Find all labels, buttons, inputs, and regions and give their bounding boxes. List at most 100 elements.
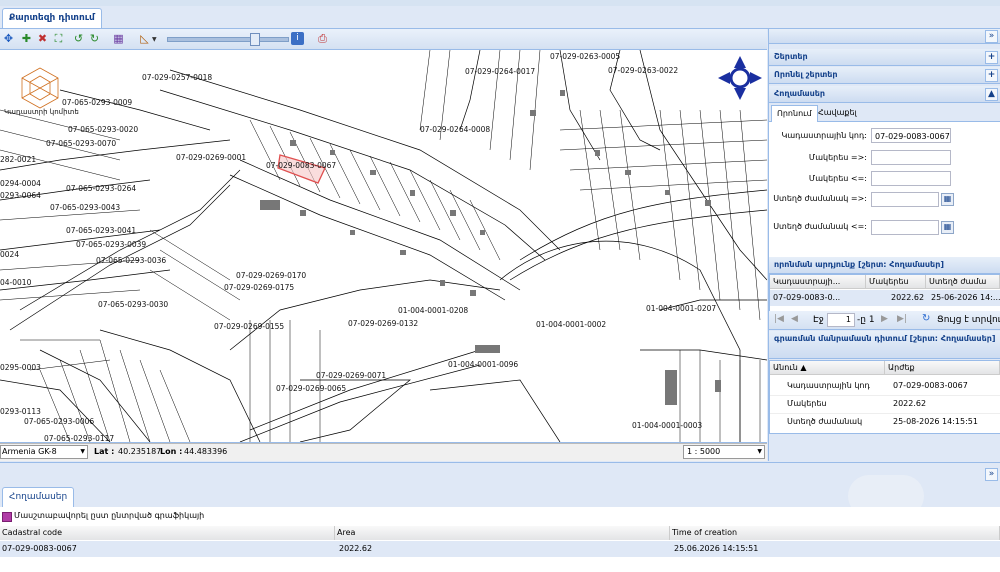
- map-label: 01-004-0001-0096: [448, 360, 518, 369]
- section-search-layers-label: Որոնել շերտեր: [774, 70, 838, 79]
- col-time-of-creation[interactable]: Time of creation: [670, 526, 1000, 540]
- table-cell: Կադաստրային կոդ: [787, 381, 870, 390]
- collapse-icon[interactable]: ▲: [985, 88, 998, 101]
- projection-select[interactable]: Armenia GK-8 ▼: [0, 445, 88, 459]
- map-label: 0295-0003: [0, 363, 41, 372]
- created-to-field[interactable]: [871, 220, 939, 235]
- map-status-bar: Armenia GK-8 ▼ Lat : 40.235187 Lon : 44.…: [0, 443, 767, 461]
- map-label: 07-065-0293-0006: [24, 417, 94, 426]
- col-area[interactable]: Area: [335, 526, 670, 540]
- map-label: 07-065-0293-0036: [96, 256, 166, 265]
- table-row[interactable]: Մակերես 2022.62: [770, 396, 1000, 414]
- table-cell: Ստեղծ ժամանակ: [787, 417, 863, 426]
- map-label: 07-065-0293-0009: [62, 98, 132, 107]
- info-icon[interactable]: i: [291, 32, 304, 45]
- zoom-in-icon[interactable]: ✚: [20, 32, 33, 45]
- zoom-to-selection-checkbox[interactable]: [2, 512, 12, 522]
- table-row[interactable]: 07-029-0083-0... 2022.62 25-06-2026 14:.…: [770, 290, 1000, 306]
- section-parcels-label: Հողամասեր: [774, 89, 826, 98]
- section-layers[interactable]: Շերտեր +: [769, 49, 1000, 66]
- prev-page-icon[interactable]: ◀: [791, 314, 798, 324]
- search-subtabs: Որոնում Հավաքել: [769, 103, 1000, 122]
- table-cell: 2022.62: [891, 293, 925, 302]
- measure-icon[interactable]: ◺: [138, 32, 151, 45]
- expand-icon[interactable]: +: [985, 69, 998, 82]
- zoom-slider-thumb[interactable]: [250, 33, 260, 46]
- cadastral-code-label: Կադաստրային կոդ:: [781, 131, 867, 140]
- tab-map-view[interactable]: Քարտեզի դիտում: [2, 8, 102, 28]
- map-label: 07-029-0269-0001: [176, 153, 246, 162]
- map-label: 07-029-0269-0155: [214, 322, 284, 331]
- calendar-icon[interactable]: ▦: [941, 221, 954, 234]
- lat-value: 40.235187: [118, 447, 162, 456]
- attributes-title: գրառման մանրամասն դիտում [շերտ: Հողամասե…: [774, 334, 996, 343]
- table-cell: 07-029-0083-0...: [773, 293, 841, 302]
- section-parcels[interactable]: Հողամասեր ▲: [769, 86, 1000, 103]
- section-search-layers[interactable]: Որոնել շերտեր +: [769, 67, 1000, 84]
- results-pager: |◀ ◀ Էջ 1 -ը 1 ▶ ▶| ↻ Ցույց է տրվում: [769, 311, 1000, 330]
- results-col-area[interactable]: Մակերես: [866, 275, 926, 289]
- attr-col-name[interactable]: Անուն ▲: [770, 361, 885, 375]
- bottom-tab-bar: Հողամասեր: [0, 475, 1000, 517]
- created-from-label: Ստեղծ ժամանակ =>:: [773, 194, 867, 203]
- map-label: 07-029-0269-0175: [224, 283, 294, 292]
- expand-bottom-icon[interactable]: »: [985, 468, 998, 481]
- tab-search[interactable]: Որոնում: [771, 105, 818, 122]
- map-label: 282-0021: [0, 155, 36, 164]
- area-min-field[interactable]: [871, 150, 951, 165]
- tab-collect[interactable]: Հավաքել: [813, 105, 862, 121]
- map-label: 07-065-0293-0041: [66, 226, 136, 235]
- zoom-out-icon[interactable]: ✖: [36, 32, 49, 45]
- map-canvas[interactable]: 07-029-0263-0005 07-029-0263-0022 07-029…: [0, 50, 767, 443]
- map-label: 07-065-0293-0020: [68, 125, 138, 134]
- select-icon[interactable]: ▦: [112, 32, 125, 45]
- chevron-down-icon[interactable]: ▼: [757, 446, 762, 458]
- results-header: որոնման արդյունք [շերտ: Հողամասեր]: [769, 257, 1000, 274]
- area-max-field[interactable]: [871, 171, 951, 186]
- dropdown-arrow-icon[interactable]: ▼: [152, 36, 157, 43]
- map-label: 07-029-0269-0065: [276, 384, 346, 393]
- page-of-label: -ը 1: [857, 315, 875, 325]
- expand-icon[interactable]: +: [985, 51, 998, 64]
- results-col-cadastral[interactable]: Կադաստրայի...: [770, 275, 866, 289]
- back-icon[interactable]: ↺: [72, 32, 85, 45]
- forward-icon[interactable]: ↻: [88, 32, 101, 45]
- calendar-icon[interactable]: ▦: [941, 193, 954, 206]
- page-input[interactable]: 1: [827, 313, 855, 327]
- chevron-down-icon[interactable]: ▼: [80, 446, 85, 458]
- right-panel: » Շերտեր + Որոնել շերտեր + Հողամասեր ▲ Որոն…: [768, 29, 1000, 461]
- attr-col-value[interactable]: Արժեք: [885, 361, 1000, 375]
- map-label: 07-029-0264-0017: [465, 67, 535, 76]
- lon-value: 44.483396: [184, 447, 228, 456]
- col-cadastral-code[interactable]: Cadastral code: [0, 526, 335, 540]
- map-label: 07-029-0269-0170: [236, 271, 306, 280]
- created-from-field[interactable]: [871, 192, 939, 207]
- table-row[interactable]: Ստեղծ ժամանակ 25-08-2026 14:15:51: [770, 414, 1000, 431]
- refresh-icon[interactable]: ↻: [922, 313, 930, 324]
- map-label: 07-065-0293-0264: [66, 184, 136, 193]
- map-label: 0294-0004: [0, 179, 41, 188]
- cadastral-code-field[interactable]: 07-029-0083-0067: [871, 128, 951, 143]
- table-cell: 2022.62: [893, 399, 927, 408]
- first-page-icon[interactable]: |◀: [774, 314, 784, 324]
- results-col-created[interactable]: Ստեղծ ժամա: [926, 275, 1000, 289]
- map-label: 0293-0064: [0, 191, 41, 200]
- collapse-right-icon[interactable]: »: [985, 30, 998, 43]
- table-cell: 25-08-2026 14:15:51: [893, 417, 978, 426]
- map-label: 07-065-0293-0117: [44, 434, 114, 442]
- tab-parcels[interactable]: Հողամասեր: [2, 487, 75, 507]
- pan-icon[interactable]: ✥: [2, 32, 15, 45]
- table-row[interactable]: [0, 541, 1000, 557]
- table-row[interactable]: Կադաստրային կոդ 07-029-0083-0067: [770, 378, 1000, 396]
- map-label: 07-065-0293-0043: [50, 203, 120, 212]
- zoom-slider-track[interactable]: [167, 37, 289, 42]
- map-label: 07-029-0263-0005: [550, 52, 620, 61]
- full-extent-icon[interactable]: ⛶: [52, 32, 65, 45]
- last-page-icon[interactable]: ▶|: [897, 314, 907, 324]
- map-label: 07-065-0293-0030: [98, 300, 168, 309]
- map-label: 07-065-0293-0039: [76, 240, 146, 249]
- scale-select[interactable]: 1 : 5000 ▼: [683, 445, 765, 459]
- next-page-icon[interactable]: ▶: [881, 314, 888, 324]
- print-icon[interactable]: ⎙: [316, 32, 329, 45]
- map-label: 04-0010: [0, 278, 32, 287]
